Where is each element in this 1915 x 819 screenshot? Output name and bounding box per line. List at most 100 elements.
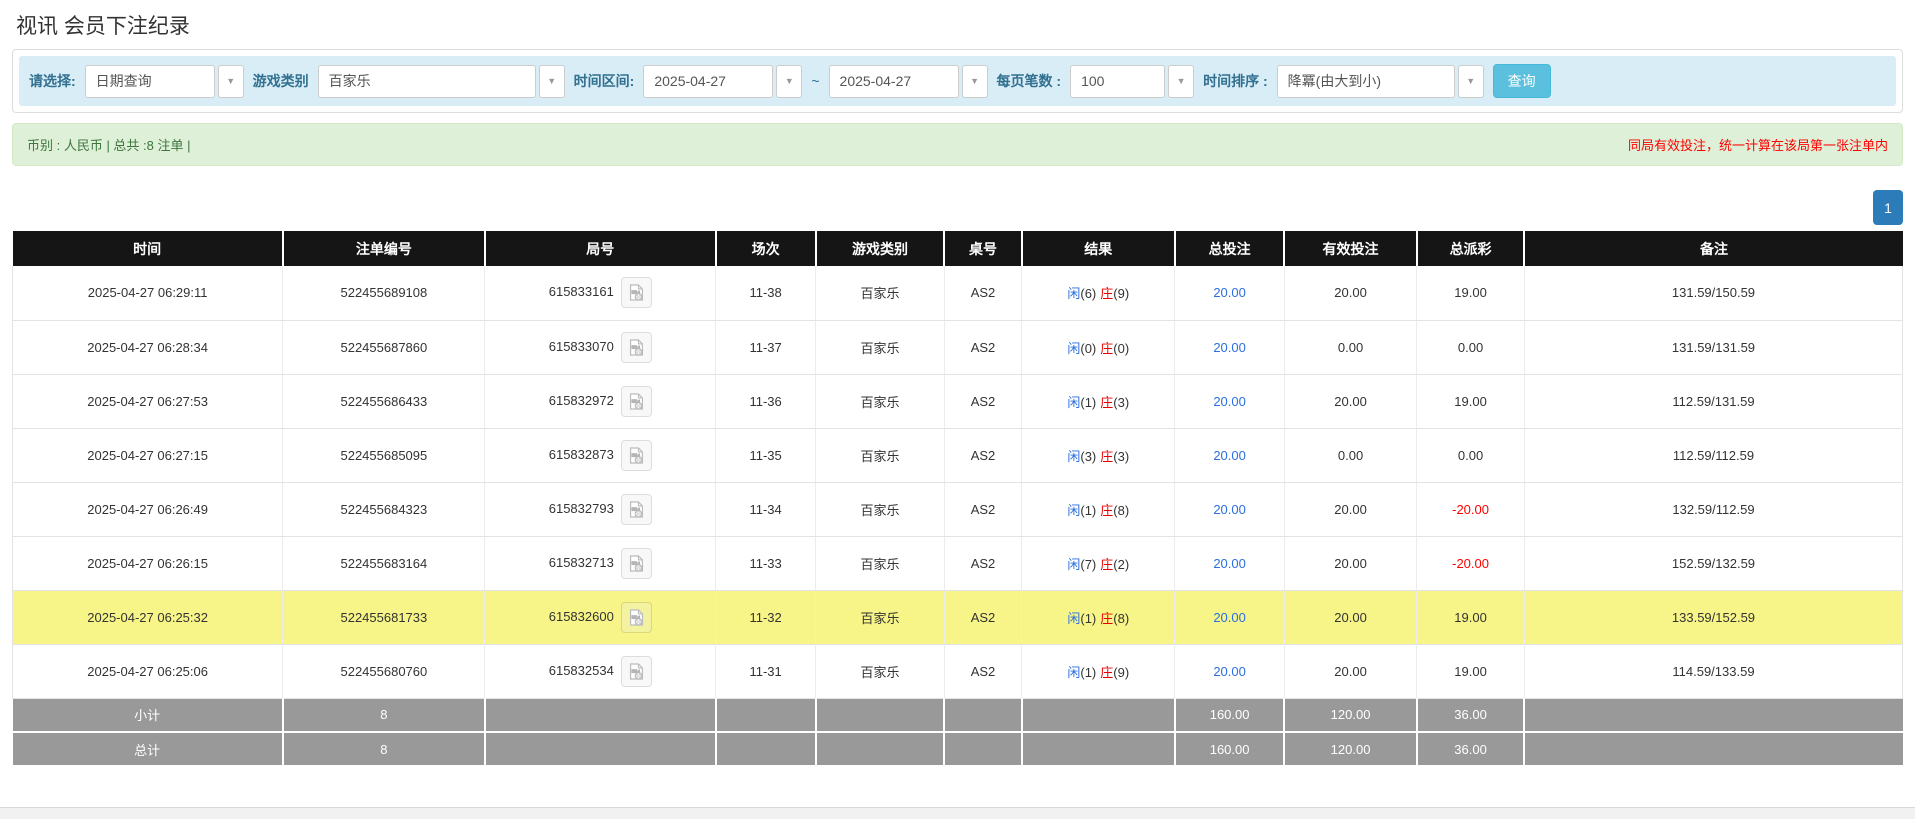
cell-valid-bet: 20.00	[1284, 266, 1418, 321]
page-size-label: 每页笔数 :	[996, 73, 1062, 89]
cell-session: 11-36	[715, 374, 817, 429]
page: 视讯 会员下注纪录 请选择: 日期查询 ▼ 游戏类别 百家乐 ▼ 时间区间: 2…	[0, 0, 1915, 819]
cell-game-category: 百家乐	[815, 644, 945, 699]
cell-table-no: AS2	[944, 482, 1023, 537]
cell-valid-bet: 20.00	[1284, 590, 1418, 645]
player-result-score: (7)	[1080, 556, 1097, 572]
total-bet-link[interactable]: 20.00	[1213, 502, 1246, 517]
subtotal-valid-bet: 120.00	[1284, 698, 1418, 733]
total-bet-link[interactable]: 20.00	[1213, 448, 1246, 463]
video-file-icon[interactable]	[620, 385, 652, 417]
video-file-icon[interactable]	[620, 655, 652, 687]
cell-game-category: 百家乐	[815, 428, 945, 483]
video-file-icon[interactable]	[620, 601, 652, 633]
chevron-down-icon[interactable]: ▼	[1457, 64, 1484, 98]
chevron-down-icon[interactable]: ▼	[538, 64, 565, 98]
banker-result-score: (8)	[1113, 610, 1130, 626]
chevron-down-icon[interactable]: ▼	[217, 64, 244, 98]
total-bet-link[interactable]: 20.00	[1213, 556, 1246, 571]
chevron-down-icon[interactable]: ▼	[1168, 64, 1195, 98]
cell-session: 11-35	[715, 428, 817, 483]
date-to-value[interactable]: 2025-04-27	[828, 64, 959, 98]
banker-result-label: 庄	[1100, 394, 1114, 410]
subtotal-payout: 36.00	[1416, 698, 1526, 733]
cell-round-id: 615832793	[484, 482, 717, 537]
table-row: 2025-04-27 06:25:06 522455680760 6158325…	[11, 644, 1904, 699]
cell-table-no: AS2	[944, 266, 1023, 321]
cell-time: 2025-04-27 06:25:32	[11, 590, 284, 645]
banker-result-label: 庄	[1100, 448, 1114, 464]
cell-table-no: AS2	[944, 374, 1023, 429]
video-file-icon[interactable]	[620, 277, 652, 309]
cell-remark: 112.59/112.59	[1524, 428, 1904, 483]
cell-round-id: 615832713	[484, 536, 717, 591]
horizontal-scrollbar[interactable]	[0, 807, 1915, 819]
page-title: 视讯 会员下注纪录	[16, 15, 190, 38]
total-bet-link[interactable]: 20.00	[1213, 610, 1246, 625]
game-category-value[interactable]: 百家乐	[317, 64, 536, 98]
query-type-select[interactable]: 日期查询 ▼	[84, 64, 244, 98]
bet-records-table: 时间 注单编号 局号 场次 游戏类别 桌号 结果 总投注 有效投注 总派彩 备注…	[11, 231, 1904, 767]
date-to-select[interactable]: 2025-04-27 ▼	[828, 64, 988, 98]
page-number-button[interactable]: 1	[1873, 190, 1903, 225]
date-from-select[interactable]: 2025-04-27 ▼	[643, 64, 803, 98]
search-button[interactable]: 查询	[1492, 64, 1551, 98]
cell-payout: 0.00	[1416, 428, 1525, 483]
chevron-down-icon[interactable]: ▼	[961, 64, 988, 98]
cell-total-bet: 20.00	[1174, 374, 1285, 429]
table-row: 2025-04-27 06:28:34 522455687860 6158330…	[11, 320, 1904, 375]
filter-bar: 请选择: 日期查询 ▼ 游戏类别 百家乐 ▼ 时间区间: 2025-04-27 …	[19, 56, 1896, 106]
video-file-icon[interactable]	[620, 331, 652, 363]
chevron-down-icon[interactable]: ▼	[776, 64, 803, 98]
total-bet-link[interactable]: 20.00	[1213, 340, 1246, 355]
banker-result-label: 庄	[1100, 502, 1114, 518]
video-file-icon[interactable]	[620, 547, 652, 579]
query-type-value[interactable]: 日期查询	[84, 64, 215, 98]
round-id-text: 615833161	[548, 284, 614, 300]
table-row: 2025-04-27 06:27:15 522455685095 6158328…	[11, 428, 1904, 483]
header-payout: 总派彩	[1416, 231, 1526, 266]
currency-summary-text: 币别 : 人民币 | 总共 :8 注单 |	[27, 138, 191, 153]
cell-remark: 112.59/131.59	[1524, 374, 1904, 429]
player-result-label: 闲	[1067, 610, 1081, 626]
video-file-icon[interactable]	[620, 493, 652, 525]
player-result-score: (1)	[1080, 394, 1097, 410]
cell-round-id: 615832873	[484, 428, 717, 483]
banker-result-score: (0)	[1113, 340, 1130, 356]
total-bet-link[interactable]: 20.00	[1213, 664, 1246, 679]
cell-remark: 131.59/131.59	[1524, 320, 1904, 375]
cell-payout: 19.00	[1416, 644, 1525, 699]
player-result-label: 闲	[1067, 448, 1081, 464]
time-sort-select[interactable]: 降冪(由大到小) ▼	[1276, 64, 1484, 98]
cell-total-bet: 20.00	[1174, 482, 1285, 537]
cell-game-category: 百家乐	[815, 536, 945, 591]
page-size-select[interactable]: 100 ▼	[1070, 64, 1195, 98]
cell-result: 闲(6) 庄(9)	[1021, 266, 1176, 321]
game-category-label: 游戏类别	[252, 73, 309, 89]
cell-payout: -20.00	[1416, 482, 1525, 537]
cell-payout: -20.00	[1416, 536, 1525, 591]
cell-result: 闲(1) 庄(8)	[1021, 590, 1176, 645]
cell-time: 2025-04-27 06:27:15	[11, 428, 284, 483]
cell-time: 2025-04-27 06:29:11	[11, 266, 284, 321]
player-result-label: 闲	[1067, 556, 1081, 572]
banker-result-label: 庄	[1100, 286, 1114, 302]
cell-remark: 131.59/150.59	[1524, 266, 1904, 321]
video-file-icon[interactable]	[620, 439, 652, 471]
total-label: 总计	[12, 732, 284, 767]
total-bet-link[interactable]: 20.00	[1213, 394, 1246, 409]
total-bet-link[interactable]: 20.00	[1213, 285, 1246, 300]
page-size-value[interactable]: 100	[1070, 64, 1166, 98]
round-id-text: 615832873	[548, 446, 614, 462]
banker-result-score: (9)	[1113, 286, 1130, 302]
cell-valid-bet: 0.00	[1284, 428, 1418, 483]
game-category-select[interactable]: 百家乐 ▼	[317, 64, 565, 98]
cell-bet-id: 522455686433	[282, 374, 486, 429]
cell-payout: 19.00	[1416, 374, 1525, 429]
banker-result-score: (3)	[1113, 394, 1130, 410]
round-id-text: 615832793	[548, 500, 614, 516]
player-result-label: 闲	[1067, 340, 1081, 356]
date-from-value[interactable]: 2025-04-27	[643, 64, 774, 98]
cell-bet-id: 522455681733	[282, 590, 486, 645]
time-sort-value[interactable]: 降冪(由大到小)	[1276, 64, 1455, 98]
